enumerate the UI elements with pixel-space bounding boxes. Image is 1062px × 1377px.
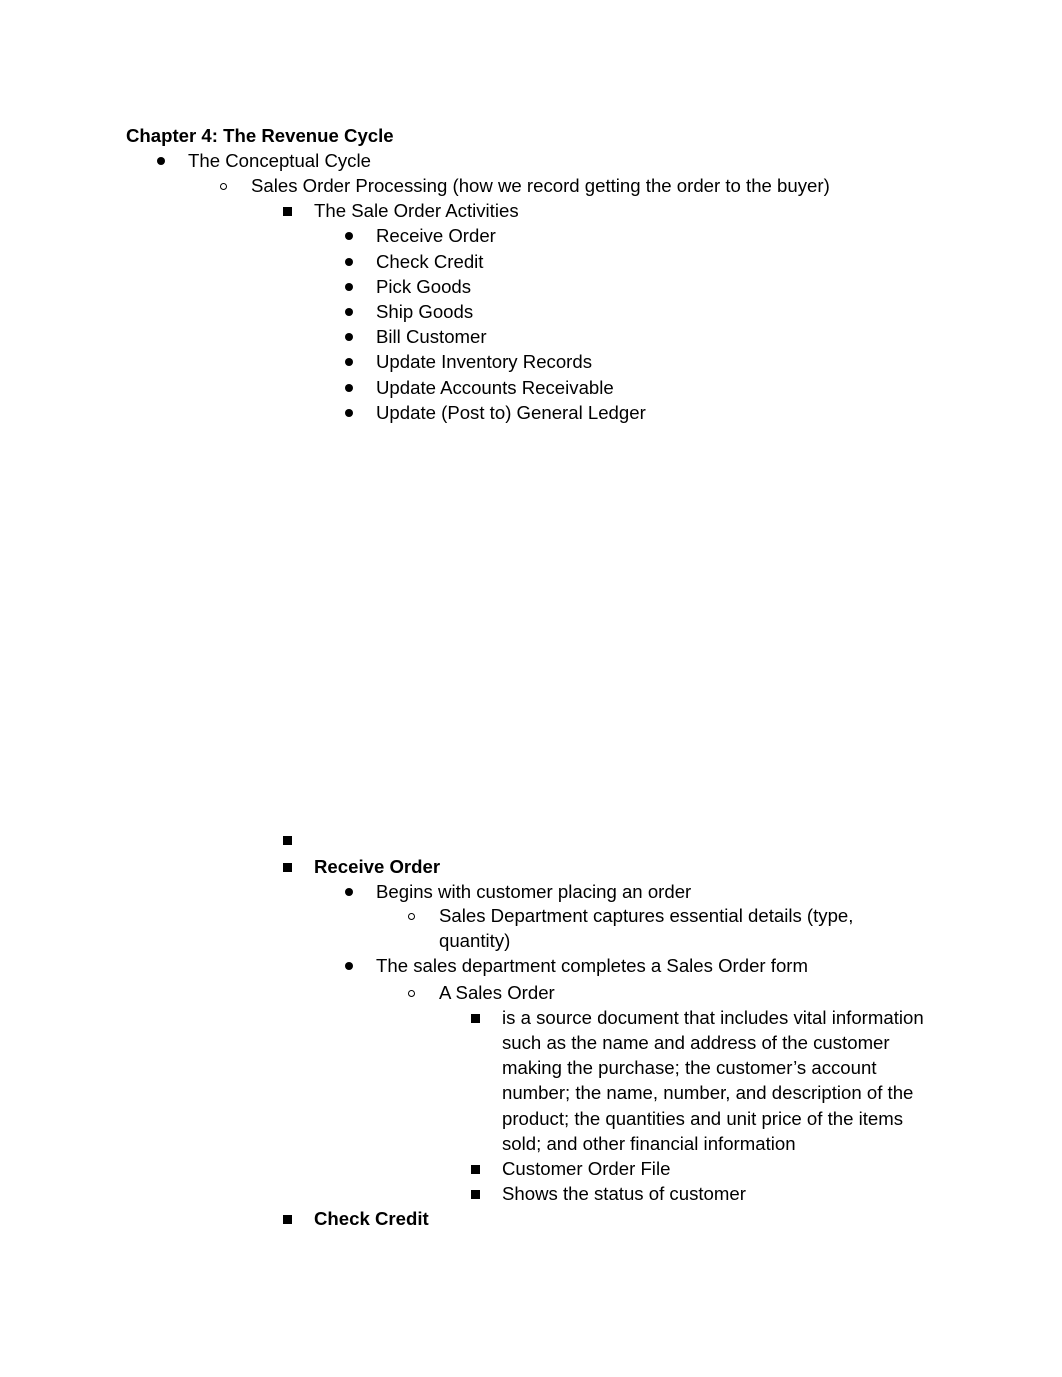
bullet-disc-icon — [157, 148, 165, 173]
bullet-disc-icon — [345, 953, 353, 978]
definition-line: such as the name and address of the cust… — [502, 1032, 890, 1053]
bullet-circle-icon — [408, 980, 415, 1005]
bullet-square-icon — [471, 1156, 480, 1181]
bullet-square-icon — [283, 1206, 292, 1231]
bullet-disc-icon — [345, 249, 353, 274]
list-item-activity: Receive Order — [376, 225, 496, 246]
list-item-activity: Update Inventory Records — [376, 351, 593, 372]
bullet-disc-icon — [345, 349, 353, 374]
definition-line: making the purchase; the customer’s acco… — [502, 1057, 877, 1078]
list-item-activity: Ship Goods — [376, 301, 474, 322]
definition-line: number; the name, number, and descriptio… — [502, 1082, 914, 1103]
bullet-disc-icon — [345, 400, 353, 425]
list-item-activity: Check Credit — [376, 251, 484, 272]
bullet-disc-icon — [345, 879, 353, 904]
list-item-customer-order-file: Customer Order File — [502, 1158, 671, 1179]
bullet-square-icon — [471, 1005, 480, 1030]
section-heading-check-credit: Check Credit — [314, 1208, 429, 1229]
list-item-captures-line1: Sales Department captures essential deta… — [439, 905, 854, 926]
definition-line: is a source document that includes vital… — [502, 1007, 924, 1028]
list-item-completes: The sales department completes a Sales O… — [376, 955, 808, 976]
definition-line: sold; and other financial information — [502, 1133, 796, 1154]
bullet-circle-icon — [220, 173, 227, 198]
bullet-disc-icon — [345, 375, 353, 400]
bullet-square-icon — [283, 854, 292, 879]
list-item-shows-status: Shows the status of customer — [502, 1183, 746, 1204]
list-item-sale-order-activities: The Sale Order Activities — [314, 200, 519, 221]
bullet-disc-icon — [345, 324, 353, 349]
section-heading-receive-order: Receive Order — [314, 856, 441, 877]
definition-line: product; the quantities and unit price o… — [502, 1108, 904, 1129]
list-item-sales-order-processing: Sales Order Processing (how we record ge… — [251, 175, 830, 196]
list-item-captures-line2: quantity) — [439, 930, 511, 951]
bullet-square-icon — [283, 827, 292, 852]
list-item-conceptual-cycle: The Conceptual Cycle — [188, 150, 371, 171]
bullet-disc-icon — [345, 274, 353, 299]
bullet-circle-icon — [408, 903, 415, 928]
bullet-disc-icon — [345, 223, 353, 248]
bullet-square-icon — [471, 1181, 480, 1206]
document-title: Chapter 4: The Revenue Cycle — [126, 125, 394, 146]
list-item-activity: Update Accounts Receivable — [376, 377, 614, 398]
list-item-activity: Update (Post to) General Ledger — [376, 402, 646, 423]
list-item-activity: Pick Goods — [376, 276, 472, 297]
list-item-activity: Bill Customer — [376, 326, 487, 347]
bullet-square-icon — [283, 198, 292, 223]
list-item-a-sales-order: A Sales Order — [439, 982, 555, 1003]
list-item-begins: Begins with customer placing an order — [376, 881, 692, 902]
bullet-disc-icon — [345, 299, 353, 324]
